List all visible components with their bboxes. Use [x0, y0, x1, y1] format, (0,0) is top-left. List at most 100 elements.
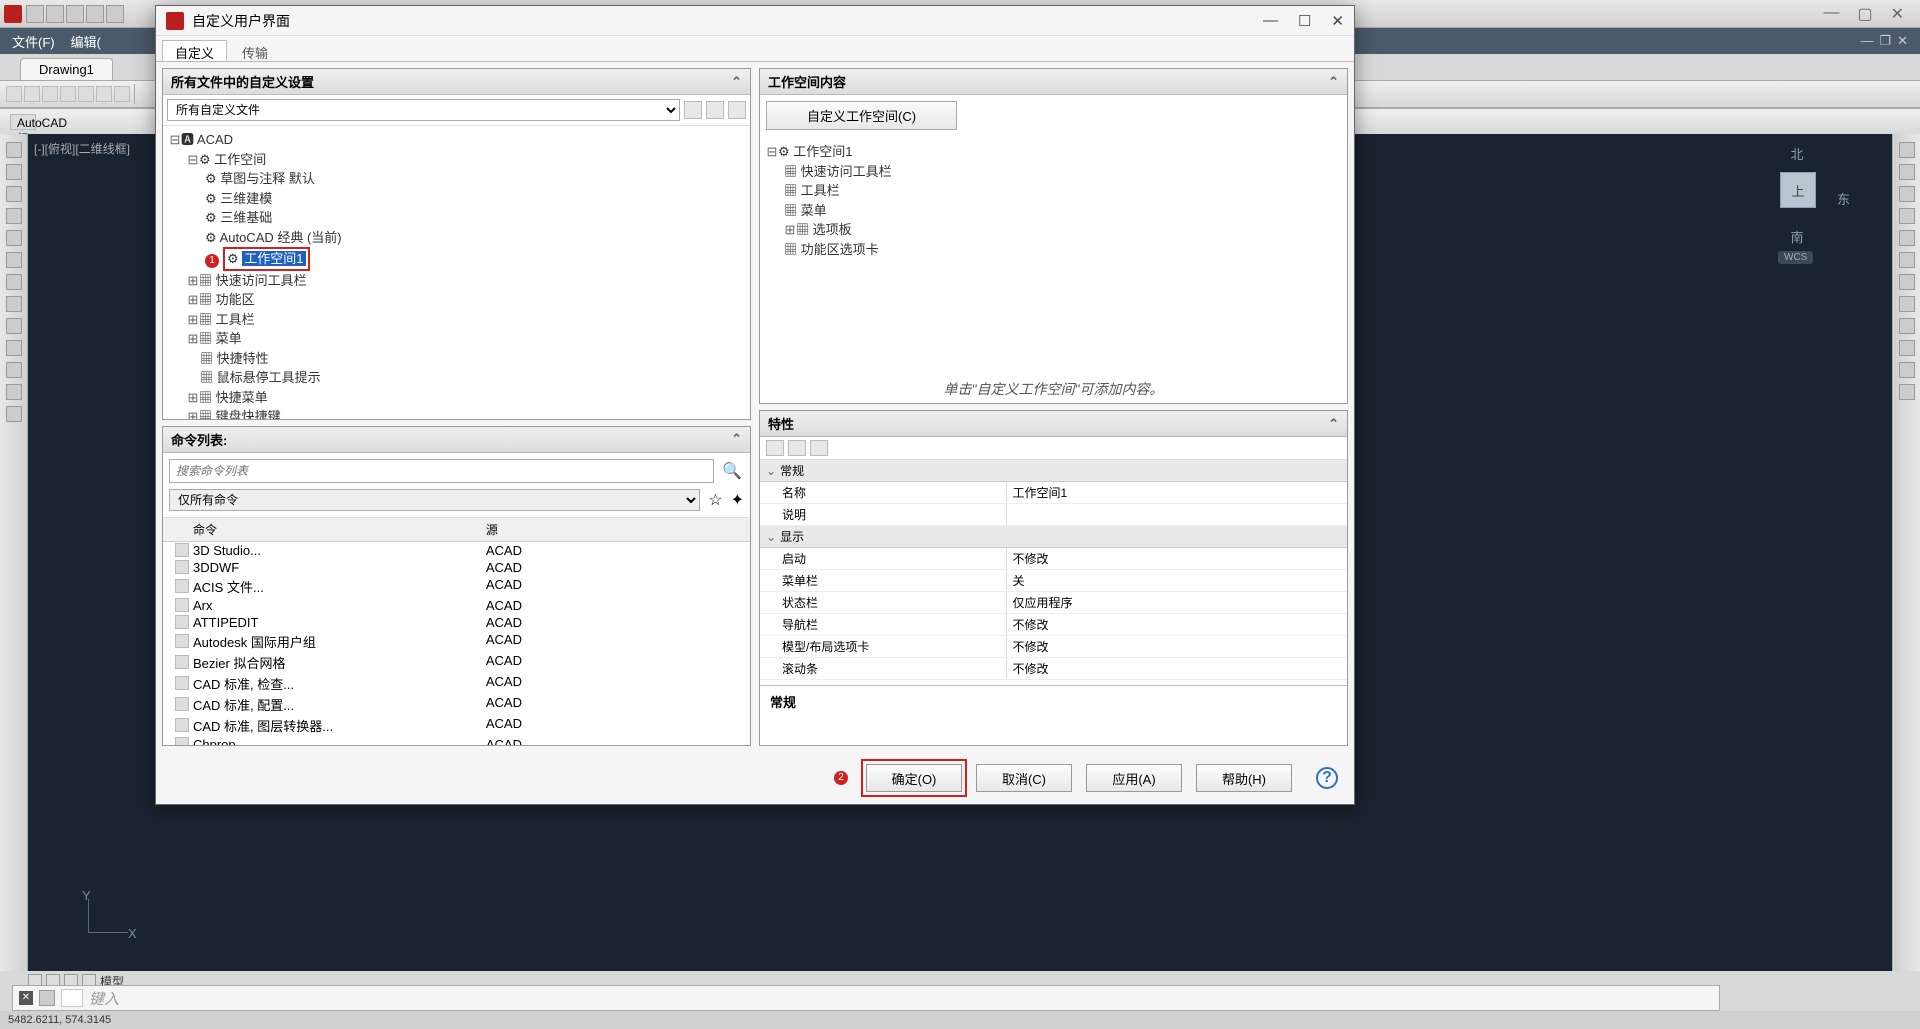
ws-qat[interactable]: 快速访问工具栏: [801, 164, 892, 179]
command-line[interactable]: ✕ 键入: [12, 985, 1720, 1011]
command-row[interactable]: ChpropACAD: [163, 736, 750, 745]
viewcube-east[interactable]: 东: [1837, 189, 1850, 208]
apply-button[interactable]: 应用(A): [1086, 764, 1182, 792]
viewcube[interactable]: 北 东 上 南 WCS: [1752, 144, 1842, 264]
cancel-button[interactable]: 取消(C): [976, 764, 1072, 792]
tool-ellipse-icon[interactable]: [6, 252, 22, 268]
command-row[interactable]: CAD 标准, 图层转换器...ACAD: [163, 715, 750, 736]
tb-print-icon[interactable]: [60, 86, 76, 102]
tree-shortcuts[interactable]: 快捷菜单: [216, 390, 268, 405]
tree-ws-draft[interactable]: 草图与注释 默认: [220, 171, 315, 186]
tab-customize[interactable]: 自定义: [162, 40, 227, 61]
panel-collapse-icon[interactable]: ⌃: [731, 431, 742, 447]
tool-text-icon[interactable]: [6, 296, 22, 312]
rtool-icon[interactable]: [1899, 142, 1915, 158]
viewcube-north[interactable]: 北: [1752, 144, 1842, 163]
tree-quickprops[interactable]: 快捷特性: [217, 351, 269, 366]
tree-ws-3dmodel[interactable]: 三维建模: [220, 191, 272, 206]
tool-hatch-icon[interactable]: [6, 274, 22, 290]
cmdline-text[interactable]: 键入: [89, 988, 119, 1009]
customizations-tree[interactable]: ⊟🅰 ACAD ⊟⚙ 工作空间 ⚙ 草图与注释 默认 ⚙ 三维建模 ⚙ 三维基础…: [163, 126, 750, 419]
tree-menus[interactable]: 菜单: [216, 331, 242, 346]
rtool-icon[interactable]: [1899, 362, 1915, 378]
help-button[interactable]: 帮助(H): [1196, 764, 1292, 792]
command-list[interactable]: 命令 源 3D Studio...ACAD3DDWFACADACIS 文件...…: [163, 517, 750, 745]
cmdline-close-icon[interactable]: ✕: [19, 991, 33, 1005]
prop-status-value[interactable]: 仅应用程序: [1007, 592, 1347, 613]
qat-print-icon[interactable]: [106, 5, 124, 23]
rtool-icon[interactable]: [1899, 164, 1915, 180]
doc-tab-drawing1[interactable]: Drawing1: [20, 58, 113, 80]
tool-region-icon[interactable]: [6, 384, 22, 400]
qat-save-icon[interactable]: [66, 5, 84, 23]
tree-tooltips[interactable]: 鼠标悬停工具提示: [217, 370, 321, 385]
dialog-minimize-icon[interactable]: —: [1263, 12, 1278, 30]
search-icon[interactable]: 🔍: [720, 459, 744, 483]
rtool-icon[interactable]: [1899, 208, 1915, 224]
viewcube-wcs[interactable]: WCS: [1778, 251, 1813, 264]
command-row[interactable]: ArxACAD: [163, 597, 750, 614]
viewcube-south[interactable]: 南: [1752, 227, 1842, 246]
rtool-icon[interactable]: [1899, 186, 1915, 202]
prop-cat-display[interactable]: 显示: [780, 528, 804, 545]
rtool-icon[interactable]: [1899, 296, 1915, 312]
menu-edit[interactable]: 编辑(: [71, 32, 101, 51]
qat-open-icon[interactable]: [46, 5, 64, 23]
tree-ws-3dbasic[interactable]: 三维基础: [220, 210, 272, 225]
qat-saveas-icon[interactable]: [86, 5, 104, 23]
mdi-close-icon[interactable]: ✕: [1897, 33, 1908, 49]
command-row[interactable]: ACIS 文件...ACAD: [163, 576, 750, 597]
rtool-icon[interactable]: [1899, 384, 1915, 400]
tb-save-icon[interactable]: [42, 86, 58, 102]
tool-table-icon[interactable]: [6, 362, 22, 378]
tree-root[interactable]: ACAD: [197, 132, 233, 147]
ws-menus[interactable]: 菜单: [801, 203, 827, 218]
panel-collapse-icon[interactable]: ⌃: [731, 74, 742, 90]
prop-pages-icon[interactable]: [810, 440, 828, 456]
cmd-col-source[interactable]: 源: [486, 521, 750, 538]
command-row[interactable]: Autodesk 国际用户组ACAD: [163, 631, 750, 652]
cmd-col-command[interactable]: 命令: [163, 521, 486, 538]
customize-workspace-button[interactable]: 自定义工作空间(C): [766, 101, 957, 130]
help-icon[interactable]: ?: [1316, 767, 1338, 789]
cmd-new-icon[interactable]: ☆: [708, 490, 722, 510]
tree-qat[interactable]: 快速访问工具栏: [216, 273, 307, 288]
tb-open-icon[interactable]: [24, 86, 40, 102]
prop-desc-value[interactable]: [1007, 504, 1347, 525]
tree-ws-new-highlighted[interactable]: ⚙ 工作空间1: [223, 247, 310, 271]
tree-ribbon[interactable]: 功能区: [216, 292, 255, 307]
command-row[interactable]: ATTIPEDITACAD: [163, 614, 750, 631]
ok-button[interactable]: 确定(O): [866, 764, 962, 792]
cui-save-icon[interactable]: [706, 101, 724, 119]
tool-mtext-icon[interactable]: [6, 406, 22, 422]
tree-toolbars[interactable]: 工具栏: [216, 312, 255, 327]
command-row[interactable]: Bezier 拟合网格ACAD: [163, 652, 750, 673]
prop-cat-general[interactable]: 常规: [780, 462, 804, 479]
prop-alpha-icon[interactable]: [788, 440, 806, 456]
dialog-close-icon[interactable]: ✕: [1331, 12, 1344, 30]
tree-workspaces[interactable]: 工作空间: [214, 152, 266, 167]
panel-collapse-icon[interactable]: ⌃: [1328, 74, 1339, 90]
menu-file[interactable]: 文件(F): [12, 32, 55, 51]
tool-point-icon[interactable]: [6, 318, 22, 334]
workspace-selector[interactable]: AutoCAD 经典: [10, 114, 36, 130]
tree-ws-new-editing[interactable]: 工作空间1: [242, 251, 305, 266]
command-row[interactable]: CAD 标准, 检查...ACAD: [163, 673, 750, 694]
ws-ribbon-tabs[interactable]: 功能区选项卡: [801, 242, 879, 257]
prop-nav-value[interactable]: 不修改: [1007, 614, 1347, 635]
command-filter-select[interactable]: 仅所有命令: [169, 489, 700, 511]
rtool-icon[interactable]: [1899, 274, 1915, 290]
dialog-maximize-icon[interactable]: ☐: [1298, 12, 1311, 30]
prop-scroll-value[interactable]: 不修改: [1007, 658, 1347, 679]
viewcube-top[interactable]: 上: [1780, 172, 1816, 208]
prop-categorized-icon[interactable]: [766, 440, 784, 456]
command-search-input[interactable]: [169, 459, 714, 483]
tb-new-icon[interactable]: [6, 86, 22, 102]
tool-rect-icon[interactable]: [6, 230, 22, 246]
prop-name-value[interactable]: 工作空间1: [1007, 482, 1347, 503]
cmdline-config-icon[interactable]: [39, 990, 55, 1006]
workspace-content-tree[interactable]: ⊟⚙ 工作空间1 ▦ 快速访问工具栏 ▦ 工具栏 ▦ 菜单 ⊞▦ 选项板 ▦ 功…: [760, 136, 1347, 375]
tool-block-icon[interactable]: [6, 340, 22, 356]
tree-ws-classic[interactable]: AutoCAD 经典 (当前): [220, 230, 342, 245]
viewport-label[interactable]: [-][俯视][二维线框]: [34, 140, 130, 157]
